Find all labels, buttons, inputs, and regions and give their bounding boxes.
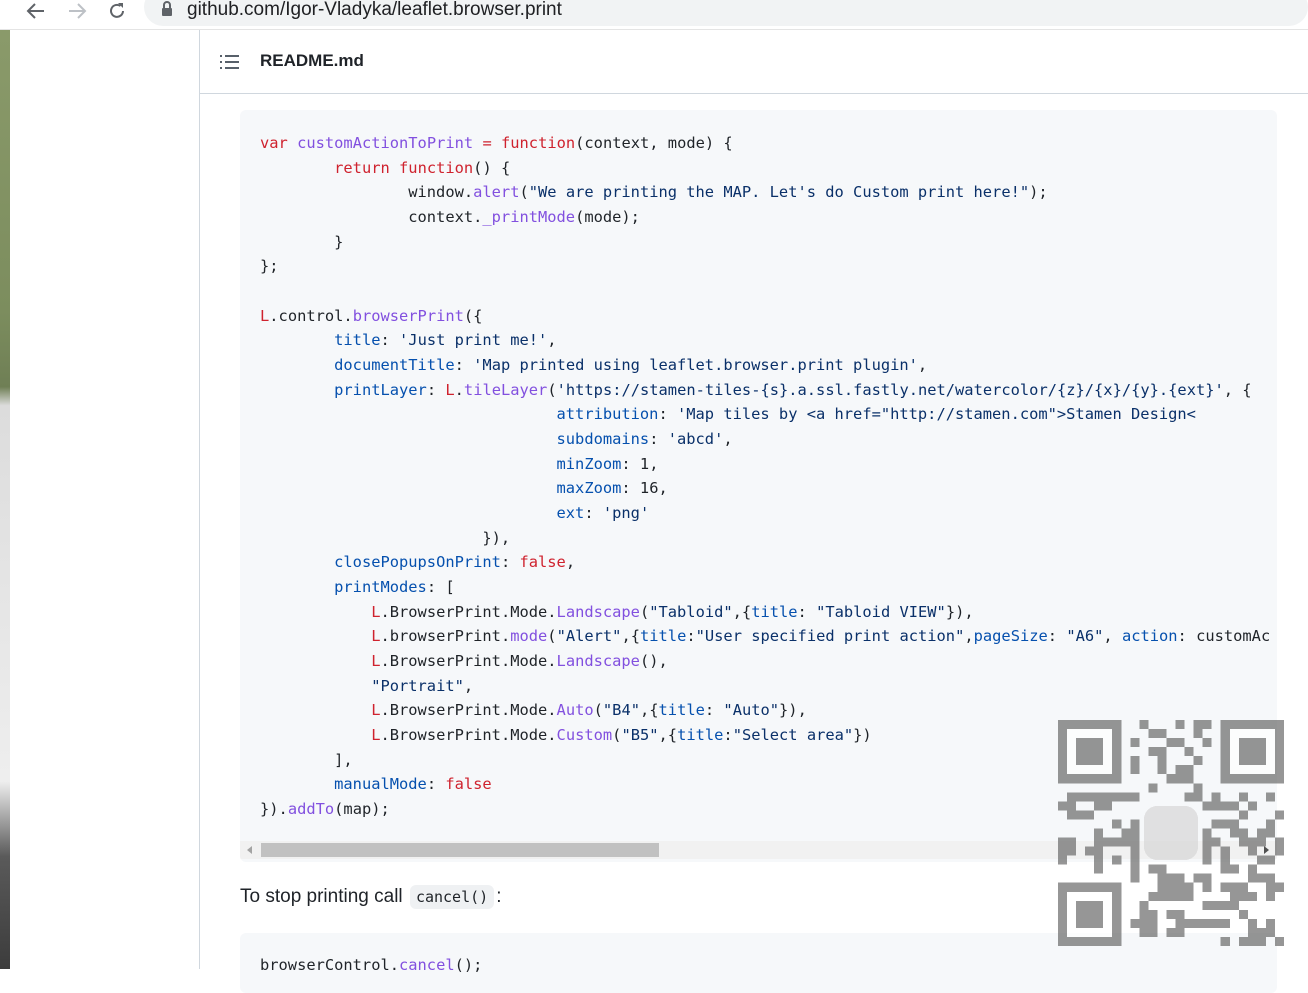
code-line: }), <box>260 528 511 547</box>
left-window-edge <box>0 30 10 969</box>
scroll-left-icon[interactable] <box>247 846 252 854</box>
code-line: L.BrowserPrint.Mode.Auto("B4",{title: "A… <box>371 701 807 720</box>
code-line: context._printMode(mode); <box>260 208 640 227</box>
list-icon[interactable] <box>220 54 240 75</box>
browser-toolbar: github.com/Igor-Vladyka/leaflet.browser.… <box>0 0 1308 30</box>
code-line: attribution: 'Map tiles by <a href="http… <box>556 405 1196 424</box>
inline-code: cancel() <box>409 885 495 909</box>
reload-icon[interactable] <box>103 0 131 22</box>
readme-header: README.md <box>200 31 1308 94</box>
code-line: L.BrowserPrint.Mode.Landscape("Tabloid",… <box>371 602 974 621</box>
code-line: L.BrowserPrint.Mode.Custom("B5",{title:"… <box>371 726 872 745</box>
readme-title: README.md <box>260 51 364 70</box>
code-line: }; <box>260 257 279 276</box>
code-line: "Portrait", <box>371 676 474 695</box>
forward-arrow-icon[interactable] <box>63 0 91 22</box>
code-line: window.alert("We are printing the MAP. L… <box>260 183 1048 202</box>
code-line: L.browserPrint.mode("Alert",{title:"User… <box>371 627 1271 646</box>
code-line: minZoom: 1, <box>556 454 659 473</box>
code-line: } <box>260 232 344 251</box>
code-line: ], <box>260 750 353 769</box>
code-content-2: browserControl.cancel(); <box>260 956 483 974</box>
code-line: manualMode: false <box>334 775 492 794</box>
sidebar-divider <box>199 30 200 969</box>
lock-icon <box>160 1 174 22</box>
url-text[interactable]: github.com/Igor-Vladyka/leaflet.browser.… <box>187 0 562 21</box>
code-line: subdomains: 'abcd', <box>556 430 733 449</box>
scroll-thumb[interactable] <box>261 843 659 857</box>
paragraph-suffix: : <box>496 886 502 907</box>
qr-code-icon <box>1058 720 1284 946</box>
code-line: }).addTo(map); <box>260 800 390 819</box>
code-content: var customActionToPrint = function(conte… <box>260 131 1270 822</box>
code-line: ext: 'png' <box>556 504 650 523</box>
paragraph: To stop printing call cancel(): <box>240 885 502 909</box>
code-line: closePopupsOnPrint: false, <box>334 553 576 572</box>
code-line: documentTitle: 'Map printed using leafle… <box>334 356 928 375</box>
back-arrow-icon[interactable] <box>22 0 50 22</box>
code-line: title: 'Just print me!', <box>334 331 557 350</box>
code-line: maxZoom: 16, <box>556 479 668 498</box>
paragraph-text: To stop printing call <box>240 886 403 907</box>
code-line: printLayer: L.tileLayer('https://stamen-… <box>334 380 1252 399</box>
code-line: L.control.browserPrint({ <box>260 306 483 325</box>
code-line: return function() { <box>334 158 511 177</box>
code-line: printModes: [ <box>334 578 455 597</box>
code-line: L.BrowserPrint.Mode.Landscape(), <box>371 652 668 671</box>
code-line: var customActionToPrint = function(conte… <box>260 134 733 152</box>
